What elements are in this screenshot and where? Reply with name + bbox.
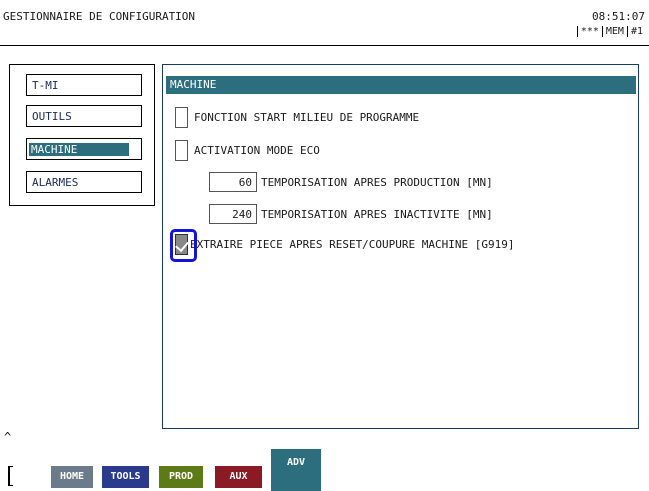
nav-item-machine[interactable]: MACHINE	[26, 138, 142, 160]
field-row-tempo-production: 60 TEMPORISATION APRES PRODUCTION [MN]	[209, 172, 493, 192]
section-title: MACHINE	[166, 76, 636, 94]
left-handle-icon[interactable]	[8, 466, 13, 486]
nav-item-tmi[interactable]: T-MI	[26, 74, 142, 96]
status-mode: MEM	[605, 26, 624, 37]
status-alarm: ***	[580, 26, 599, 37]
config-panel: MACHINE FONCTION START MILIEU DE PROGRAM…	[162, 64, 639, 429]
option-row-extraire-piece: EXTRAIRE PIECE APRES RESET/COUPURE MACHI…	[170, 229, 515, 262]
mode-eco-checkbox[interactable]	[175, 140, 188, 161]
nav-item-alarmes[interactable]: ALARMES	[26, 171, 142, 193]
tab-adv[interactable]: ADV	[271, 449, 321, 491]
option-label: ACTIVATION MODE ECO	[194, 144, 320, 157]
tempo-inactivite-input[interactable]: 240	[209, 204, 257, 224]
extraire-piece-checkbox[interactable]	[170, 229, 197, 262]
field-label: TEMPORISATION APRES INACTIVITE [MN]	[261, 207, 493, 221]
status-channel: #1	[630, 26, 643, 37]
option-label: EXTRAIRE PIECE APRES RESET/COUPURE MACHI…	[190, 238, 515, 251]
field-row-tempo-inactivite: 240 TEMPORISATION APRES INACTIVITE [MN]	[209, 204, 493, 224]
tab-prod[interactable]: PROD	[159, 466, 203, 488]
clock: 08:51:07	[592, 10, 645, 23]
nav-panel: T-MI OUTILS MACHINE ALARMES	[9, 64, 155, 206]
tab-home[interactable]: HOME	[51, 466, 93, 488]
tab-tools[interactable]: TOOLS	[102, 466, 149, 488]
field-label: TEMPORISATION APRES PRODUCTION [MN]	[261, 175, 493, 189]
nav-item-outils[interactable]: OUTILS	[26, 105, 142, 127]
option-row-mode-eco: ACTIVATION MODE ECO	[175, 140, 320, 161]
title-bar: GESTIONNAIRE DE CONFIGURATION 08:51:07 *…	[0, 0, 649, 46]
tab-aux[interactable]: AUX	[215, 466, 262, 488]
start-milieu-checkbox[interactable]	[175, 107, 188, 128]
window-title: GESTIONNAIRE DE CONFIGURATION	[3, 10, 196, 23]
status-indicators: *** MEM #1	[576, 26, 646, 37]
scroll-up-icon[interactable]: ^	[4, 430, 11, 444]
focus-ring	[170, 229, 197, 262]
option-row-start-milieu: FONCTION START MILIEU DE PROGRAMME	[175, 107, 419, 128]
option-label: FONCTION START MILIEU DE PROGRAMME	[194, 111, 420, 124]
tempo-production-input[interactable]: 60	[209, 172, 257, 192]
